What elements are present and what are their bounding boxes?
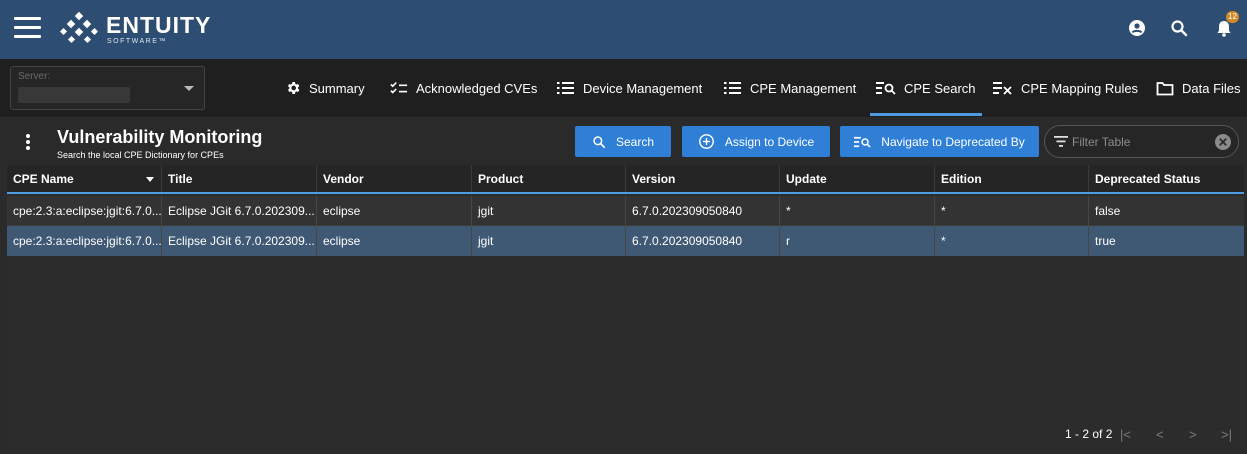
pagination-range: 1 - 2 of 2 bbox=[1065, 427, 1113, 441]
cell-cpe-name: cpe:2.3:a:eclipse:jgit:6.7.0... bbox=[13, 204, 161, 218]
menu-icon[interactable] bbox=[14, 17, 41, 39]
column-header-label: Deprecated Status bbox=[1095, 171, 1201, 186]
next-page-icon[interactable]: > bbox=[1189, 427, 1197, 442]
table-row-selected[interactable]: cpe:2.3:a:eclipse:jgit:6.7.0... Eclipse … bbox=[7, 226, 1244, 256]
filter-icon bbox=[1054, 136, 1068, 147]
tab-cpe-management[interactable]: CPE Management bbox=[724, 59, 856, 117]
filter-table-field bbox=[1044, 125, 1239, 158]
previous-page-icon[interactable]: < bbox=[1156, 427, 1164, 442]
tab-data-files[interactable]: Data Files bbox=[1156, 59, 1241, 117]
server-value bbox=[18, 87, 130, 103]
navigate-to-deprecated-by-button-label: Navigate to Deprecated By bbox=[881, 134, 1025, 149]
list-icon bbox=[724, 82, 741, 94]
folder-icon bbox=[1156, 81, 1174, 95]
cell-version: 6.7.0.202309050840 bbox=[625, 226, 779, 256]
tab-cpe-management-label: CPE Management bbox=[750, 80, 857, 96]
chevron-down-icon bbox=[184, 86, 194, 91]
table-header: CPE Name Title Vendor Product Version Up… bbox=[7, 165, 1244, 194]
cell-title: Eclipse JGit 6.7.0.202309... bbox=[161, 226, 316, 256]
sort-desc-icon bbox=[146, 177, 154, 182]
entuity-logo-icon bbox=[60, 12, 99, 44]
server-select[interactable]: Server: bbox=[10, 66, 205, 110]
cell-version: 6.7.0.202309050840 bbox=[625, 196, 779, 226]
page-toolbar: Vulnerability Monitoring Search the loca… bbox=[0, 117, 1247, 165]
assign-to-device-button-label: Assign to Device bbox=[724, 134, 815, 149]
cpe-results-table: CPE Name Title Vendor Product Version Up… bbox=[7, 165, 1244, 449]
account-icon[interactable] bbox=[1125, 16, 1149, 40]
tab-device-management[interactable]: Device Management bbox=[557, 59, 702, 117]
list-search-icon bbox=[854, 136, 871, 148]
column-header-vendor[interactable]: Vendor bbox=[316, 165, 471, 192]
tab-cpe-search-label: CPE Search bbox=[904, 80, 976, 96]
table-row[interactable]: cpe:2.3:a:eclipse:jgit:6.7.0... Eclipse … bbox=[7, 196, 1244, 226]
app-header: ENTUITY SOFTWARE™ 12 bbox=[0, 0, 1247, 59]
tab-device-management-label: Device Management bbox=[583, 80, 703, 96]
column-header-cpe-name[interactable]: CPE Name bbox=[7, 165, 161, 192]
cell-edition: * bbox=[934, 196, 1088, 226]
logo-subtext: SOFTWARE™ bbox=[107, 38, 167, 45]
column-header-title[interactable]: Title bbox=[161, 165, 316, 192]
column-header-label: Product bbox=[478, 171, 524, 186]
cell-update: * bbox=[779, 196, 934, 226]
column-header-label: Update bbox=[786, 171, 827, 186]
notification-count-badge: 12 bbox=[1226, 11, 1239, 23]
column-header-label: Version bbox=[632, 171, 676, 186]
page-subtitle: Search the local CPE Dictionary for CPEs bbox=[57, 150, 224, 160]
logo-text: ENTUITY bbox=[106, 12, 212, 38]
tab-data-files-label: Data Files bbox=[1182, 80, 1241, 96]
search-icon[interactable] bbox=[1167, 16, 1191, 40]
first-page-icon[interactable]: |< bbox=[1120, 427, 1131, 442]
clear-icon[interactable] bbox=[1214, 133, 1232, 151]
column-header-label: Edition bbox=[941, 171, 982, 186]
cell-deprecated-status: true bbox=[1088, 226, 1244, 256]
list-search-icon bbox=[876, 82, 896, 95]
search-button-label: Search bbox=[615, 134, 655, 149]
column-header-label: CPE Name bbox=[13, 171, 74, 186]
cell-cpe-name: cpe:2.3:a:eclipse:jgit:6.7.0... bbox=[13, 234, 161, 248]
cell-update: r bbox=[779, 226, 934, 256]
tab-acknowledged-cves[interactable]: Acknowledged CVEs bbox=[390, 59, 537, 117]
add-circle-icon bbox=[698, 134, 714, 149]
more-vert-icon[interactable] bbox=[26, 134, 32, 152]
last-page-icon[interactable]: >| bbox=[1221, 427, 1232, 442]
tab-summary[interactable]: Summary bbox=[285, 59, 365, 117]
gear-icon bbox=[287, 82, 300, 94]
column-header-label: Title bbox=[168, 171, 193, 186]
server-label: Server: bbox=[18, 71, 51, 82]
tab-cpe-search[interactable]: CPE Search bbox=[870, 59, 982, 117]
column-header-edition[interactable]: Edition bbox=[934, 165, 1088, 192]
column-header-update[interactable]: Update bbox=[779, 165, 934, 192]
cell-title: Eclipse JGit 6.7.0.202309... bbox=[161, 196, 316, 226]
cell-product: jgit bbox=[471, 196, 625, 226]
filter-table-input[interactable] bbox=[1072, 134, 1212, 150]
navigate-to-deprecated-by-button[interactable]: Navigate to Deprecated By bbox=[840, 126, 1039, 157]
assign-to-device-button[interactable]: Assign to Device bbox=[682, 126, 830, 157]
column-header-version[interactable]: Version bbox=[625, 165, 779, 192]
search-icon bbox=[593, 135, 606, 148]
tab-acknowledged-cves-label: Acknowledged CVEs bbox=[416, 80, 538, 96]
cell-vendor: eclipse bbox=[316, 226, 471, 256]
nav-bar: Server: Summary Acknowledged CVEs Device… bbox=[0, 59, 1247, 117]
tab-cpe-mapping-rules-label: CPE Mapping Rules bbox=[1021, 80, 1139, 96]
cell-edition: * bbox=[934, 226, 1088, 256]
list-icon bbox=[557, 82, 574, 94]
column-header-product[interactable]: Product bbox=[471, 165, 625, 192]
checklist-icon bbox=[390, 82, 408, 94]
list-remove-icon bbox=[993, 82, 1012, 95]
search-button[interactable]: Search bbox=[575, 126, 671, 157]
tab-summary-label: Summary bbox=[309, 80, 365, 96]
page-title: Vulnerability Monitoring bbox=[57, 127, 263, 147]
cell-product: jgit bbox=[471, 226, 625, 256]
column-header-label: Vendor bbox=[323, 171, 364, 186]
cell-deprecated-status: false bbox=[1088, 196, 1244, 226]
column-header-deprecated-status[interactable]: Deprecated Status bbox=[1088, 165, 1244, 192]
cell-vendor: eclipse bbox=[316, 196, 471, 226]
tab-cpe-mapping-rules[interactable]: CPE Mapping Rules bbox=[993, 59, 1138, 117]
